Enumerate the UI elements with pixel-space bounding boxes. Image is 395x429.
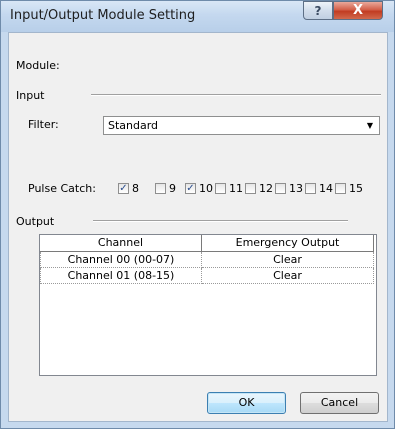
pulse-catch-8-label: 8 xyxy=(132,182,139,195)
input-separator xyxy=(91,94,381,96)
pulse-catch-label: Pulse Catch: xyxy=(28,182,96,195)
pulse-catch-9-checkbox[interactable] xyxy=(155,183,166,194)
window-title: Input/Output Module Setting xyxy=(10,8,196,23)
output-group-label: Output xyxy=(16,215,55,228)
chevron-down-icon[interactable]: ▼ xyxy=(363,118,377,133)
close-icon: X xyxy=(352,3,364,18)
pulse-catch-11-label: 11 xyxy=(229,182,243,195)
question-mark-icon: ? xyxy=(314,3,322,18)
pulse-catch-12-label: 12 xyxy=(259,182,273,195)
pulse-catch-15-checkbox[interactable] xyxy=(335,183,346,194)
output-separator xyxy=(93,220,348,222)
emergency-output-cell[interactable]: Clear xyxy=(202,268,374,284)
grid-header: Channel Emergency Output xyxy=(40,235,374,252)
pulse-catch-13-label: 13 xyxy=(289,182,303,195)
table-row[interactable]: Channel 00 (00-07) Clear xyxy=(40,252,374,268)
pulse-catch-14-label: 14 xyxy=(319,182,333,195)
filter-value: Standard xyxy=(108,119,159,132)
title-bar[interactable]: Input/Output Module Setting ? X xyxy=(1,1,394,32)
input-group-label: Input xyxy=(16,89,45,102)
filter-label: Filter: xyxy=(28,118,59,131)
table-row[interactable]: Channel 01 (08-15) Clear xyxy=(40,268,374,284)
pulse-catch-14-checkbox[interactable] xyxy=(305,183,316,194)
column-header-channel[interactable]: Channel xyxy=(40,235,202,251)
filter-dropdown[interactable]: Standard ▼ xyxy=(103,116,380,135)
channel-cell[interactable]: Channel 00 (00-07) xyxy=(40,252,202,268)
dialog-window: Input/Output Module Setting ? X Module: … xyxy=(0,0,395,429)
output-channel-grid[interactable]: Channel Emergency Output Channel 00 (00-… xyxy=(39,234,377,376)
column-header-emergency-output[interactable]: Emergency Output xyxy=(202,235,374,251)
emergency-output-cell[interactable]: Clear xyxy=(202,252,374,268)
pulse-catch-11-checkbox[interactable] xyxy=(215,183,226,194)
pulse-catch-10-checkbox[interactable]: ✓ xyxy=(185,183,196,194)
pulse-catch-15-label: 15 xyxy=(349,182,363,195)
pulse-catch-10-label: 10 xyxy=(199,182,213,195)
cancel-button[interactable]: Cancel xyxy=(300,392,379,414)
channel-cell[interactable]: Channel 01 (08-15) xyxy=(40,268,202,284)
pulse-catch-8-checkbox[interactable]: ✓ xyxy=(118,183,129,194)
pulse-catch-13-checkbox[interactable] xyxy=(275,183,286,194)
module-label: Module: xyxy=(16,59,60,72)
pulse-catch-9-label: 9 xyxy=(169,182,176,195)
pulse-catch-12-checkbox[interactable] xyxy=(245,183,256,194)
close-button[interactable]: X xyxy=(333,1,383,20)
dialog-body: Module: Input Filter: Standard ▼ Pulse C… xyxy=(8,32,388,422)
ok-button[interactable]: OK xyxy=(207,392,286,414)
help-button[interactable]: ? xyxy=(303,1,333,20)
